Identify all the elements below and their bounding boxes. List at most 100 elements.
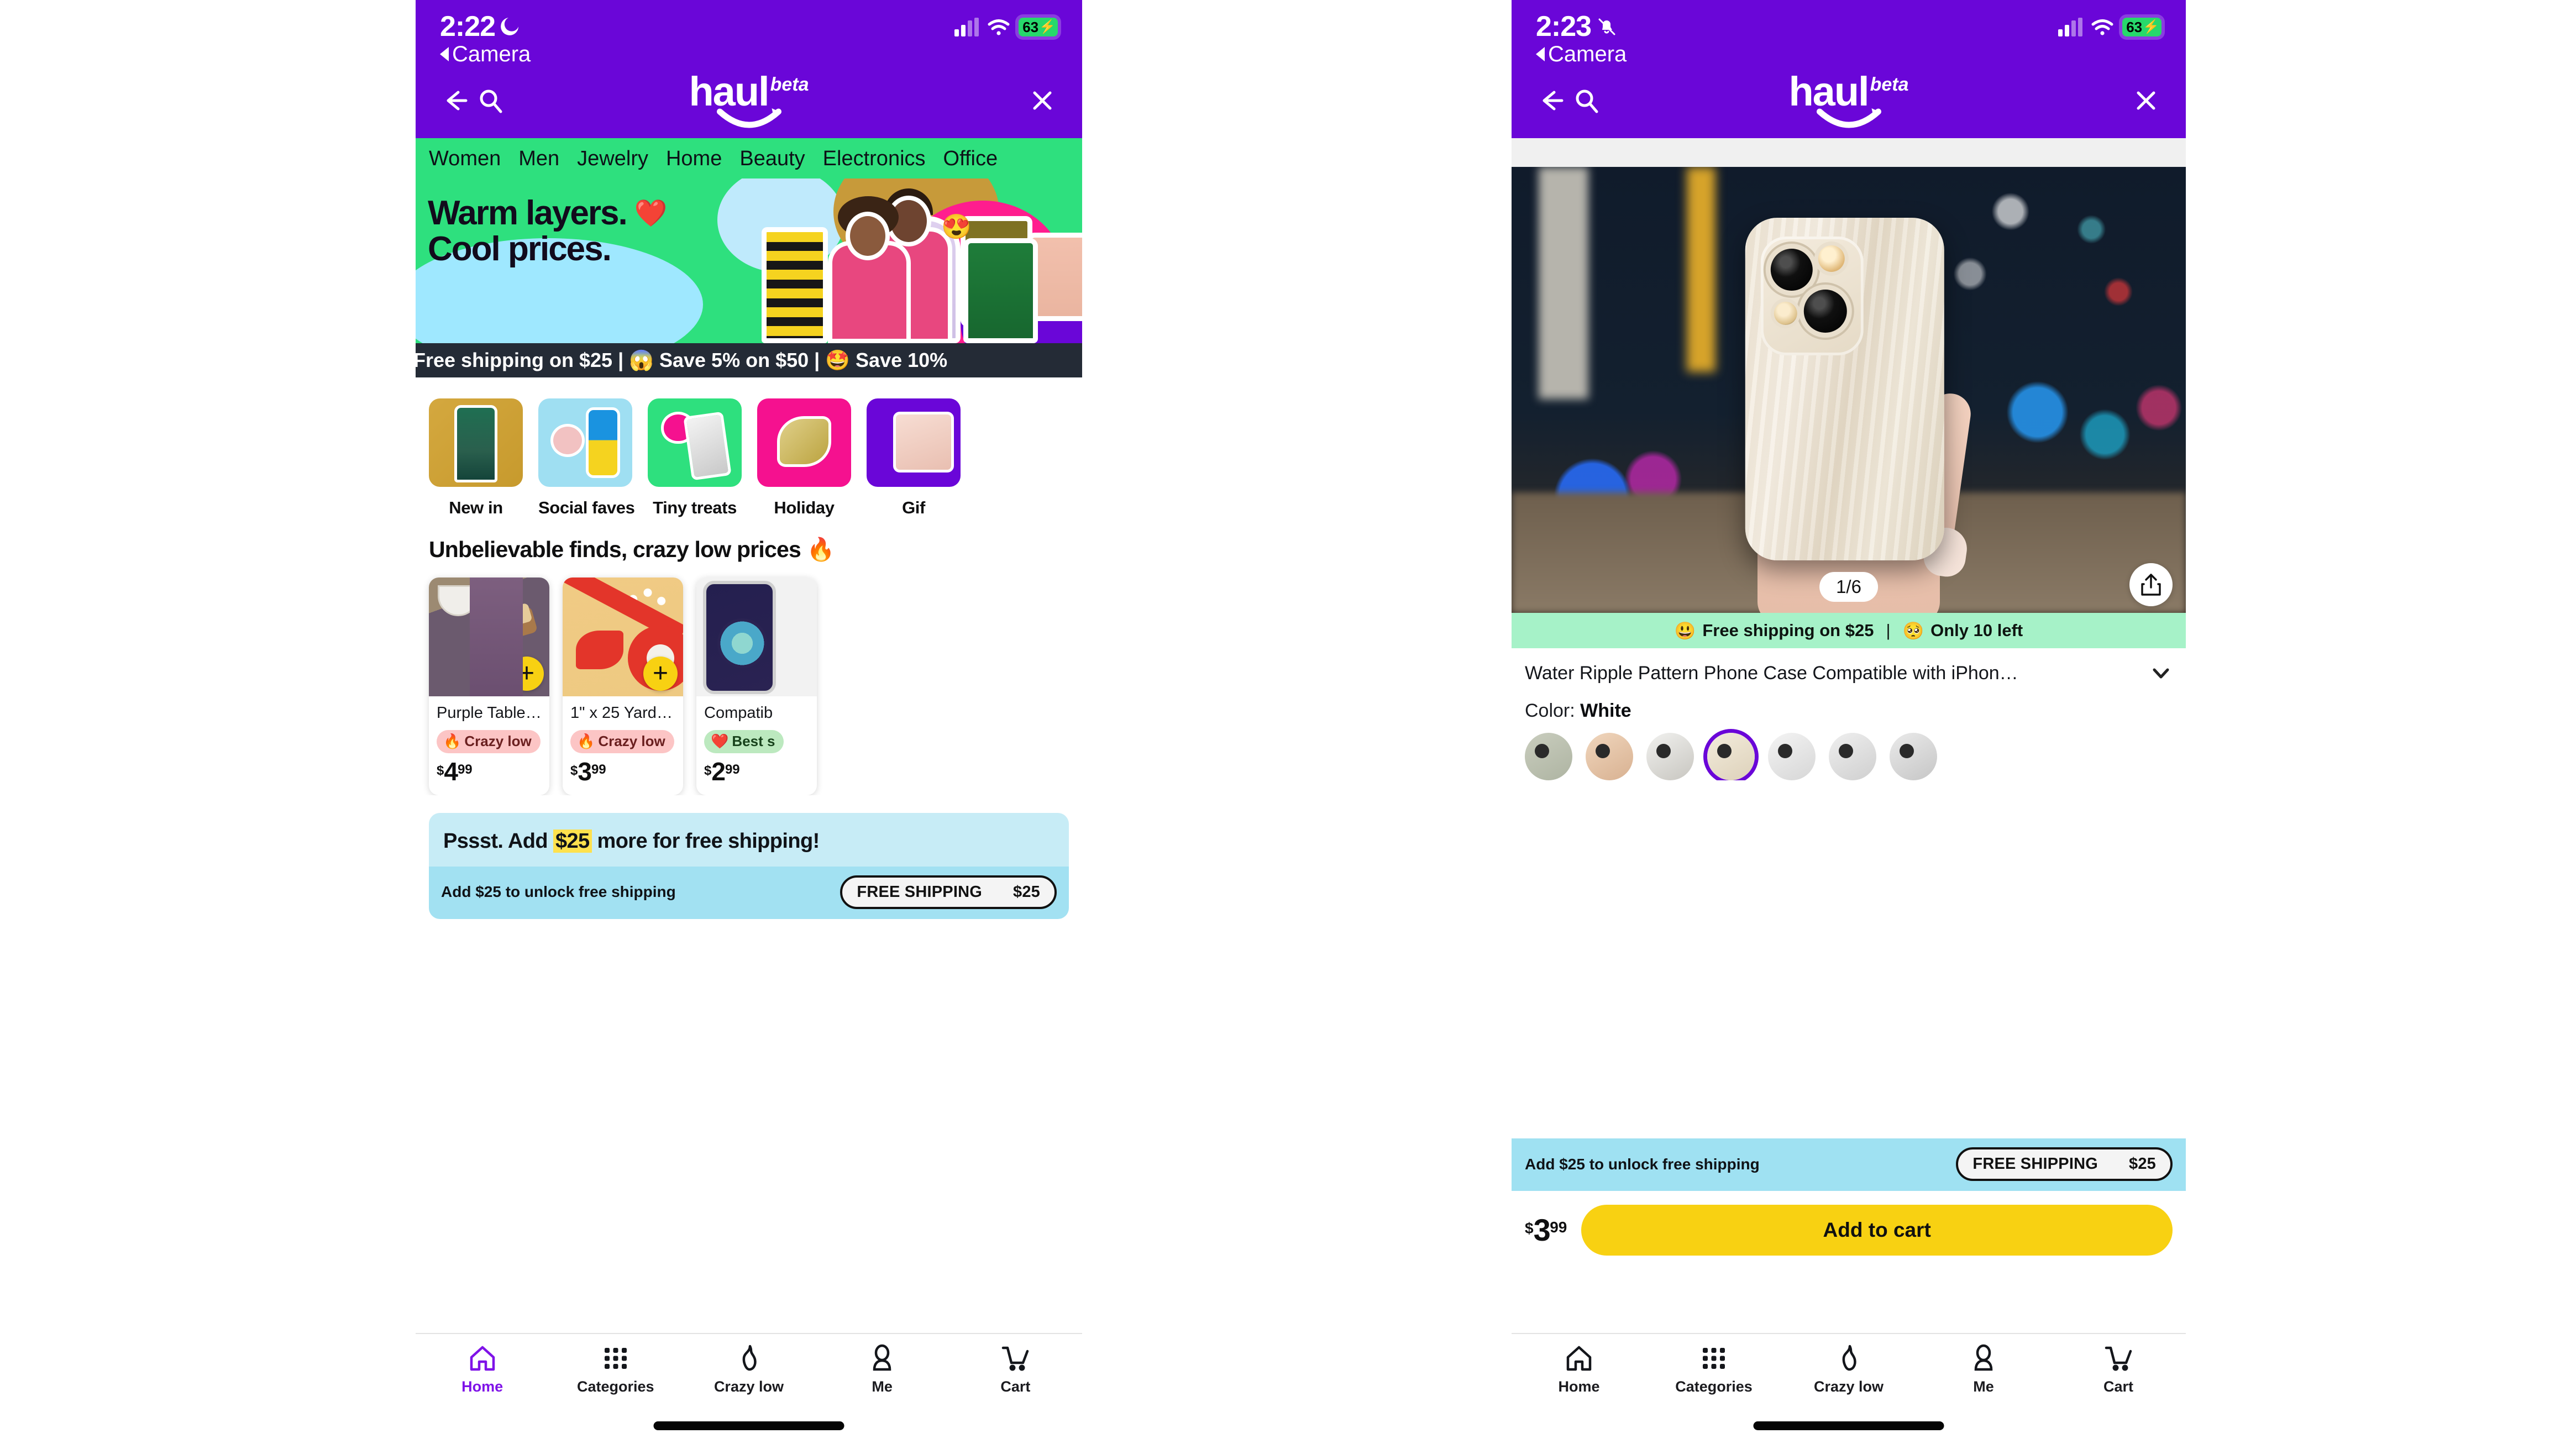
nav-item-me[interactable]: Me <box>827 1344 937 1395</box>
nav-item-cart[interactable]: Cart <box>2063 1344 2174 1395</box>
plus-icon[interactable]: + <box>510 657 544 691</box>
tile-coat-art <box>454 405 497 482</box>
screenshot-canvas: 2:22 Camera 63 ⚡ haul beta Women Men Jew… <box>0 0 2576 1449</box>
category-nav-item-home[interactable]: Home <box>666 147 722 171</box>
close-icon[interactable] <box>2128 83 2164 118</box>
left-back-to-app[interactable]: Camera <box>440 43 531 65</box>
product-card[interactable]: Compatib ❤️ Best s $ 2 99 <box>696 578 817 795</box>
add-to-cart-button[interactable]: Add to cart <box>1581 1205 2173 1256</box>
category-tile-new-in[interactable]: New in <box>429 398 523 518</box>
category-tile-image <box>757 398 851 487</box>
phone-left-home-screen: 2:22 Camera 63 ⚡ haul beta Women Men Jew… <box>416 0 1082 1449</box>
product-card[interactable]: + 1" x 25 Yards Red Ribb… 🔥 Crazy low $ … <box>563 578 683 795</box>
right-back-to-app[interactable]: Camera <box>1536 43 1627 65</box>
nav-item-categories[interactable]: Categories <box>1659 1344 1769 1395</box>
search-icon[interactable] <box>1569 83 1604 118</box>
product-image-gallery[interactable]: 1/6 <box>1512 167 2186 613</box>
category-tile-social-faves[interactable]: Social faves <box>538 398 635 518</box>
left-status-bar: 2:22 Camera 63 ⚡ <box>416 12 1082 73</box>
battery-indicator: 63 ⚡ <box>1019 18 1058 36</box>
category-nav-item-women[interactable]: Women <box>429 147 501 171</box>
free-shipping-progress-bar[interactable]: Add $25 to unlock free shipping FREE SHI… <box>429 866 1069 919</box>
category-nav-item-electronics[interactable]: Electronics <box>823 147 926 171</box>
cta-amount: $25 <box>553 829 592 853</box>
category-nav-item-beauty[interactable]: Beauty <box>739 147 805 171</box>
color-swatch[interactable] <box>1890 733 1937 780</box>
camera-lens <box>1770 249 1813 291</box>
category-nav-item-jewelry[interactable]: Jewelry <box>577 147 648 171</box>
color-swatch-selected[interactable] <box>1707 733 1755 780</box>
nav-label: Cart <box>1000 1378 1031 1395</box>
chevron-down-icon[interactable] <box>2149 662 2173 685</box>
category-tile-tiny-treats[interactable]: Tiny treats <box>648 398 742 518</box>
left-back-app-label: Camera <box>452 42 531 66</box>
category-tile-gifts[interactable]: Gif <box>867 398 961 518</box>
tile-mirror-art <box>683 411 732 481</box>
brand-beta-tag: beta <box>1870 74 1909 95</box>
status-badge-label: Crazy low <box>598 733 665 749</box>
product-card-title: 1" x 25 Yards Red Ribb… <box>570 704 675 722</box>
hero-green-coat <box>963 238 1038 343</box>
product-card-price: $ 4 99 <box>437 759 542 784</box>
pdp-stock-text: Only 10 left <box>1930 621 2023 640</box>
back-arrow-icon[interactable] <box>1534 83 1569 118</box>
left-bottom-nav: Home Categories Crazy low Me Cart <box>416 1333 1082 1449</box>
haul-logo: haul beta <box>689 69 809 130</box>
product-card-price: $ 3 99 <box>570 759 675 784</box>
moon-icon <box>501 17 521 36</box>
nav-item-me[interactable]: Me <box>1928 1344 2039 1395</box>
wifi-icon <box>988 19 1010 35</box>
free-shipping-pill-amount: $25 <box>2129 1155 2156 1173</box>
product-card-carousel[interactable]: + Purple Table Runner, S… 🔥 Crazy low $ … <box>416 563 1082 795</box>
category-tile-holiday[interactable]: Holiday <box>757 398 851 518</box>
price-decimal: 99 <box>1550 1219 1567 1236</box>
right-bottom-nav: Home Categories Crazy low Me Cart <box>1512 1333 2186 1449</box>
right-status-bar: 2:23 Camera 63 ⚡ <box>1512 12 2186 73</box>
nav-label: Categories <box>1675 1378 1753 1395</box>
category-nav-bar[interactable]: Women Men Jewelry Home Beauty Electronic… <box>416 138 1082 179</box>
bell-slash-icon <box>1597 17 1617 36</box>
category-nav-item-men[interactable]: Men <box>518 147 559 171</box>
pdp-color-row: Color: White <box>1512 690 2186 722</box>
pdp-title-row[interactable]: Water Ripple Pattern Phone Case Compatib… <box>1512 648 2186 690</box>
plus-icon[interactable]: + <box>643 657 678 691</box>
price-decimal: 99 <box>457 762 473 777</box>
hero-line-2: Cool prices. <box>428 230 612 269</box>
search-icon[interactable] <box>473 83 508 118</box>
category-tiles-row[interactable]: New in Social faves Tiny treats Holiday … <box>416 377 1082 518</box>
color-swatch[interactable] <box>1768 733 1816 780</box>
nav-item-crazy-low[interactable]: Crazy low <box>694 1344 804 1395</box>
free-shipping-cta-text: Pssst. Add $25 more for free shipping! <box>443 829 1054 853</box>
hero-banner[interactable]: 😍 Warm layers. ❤️ Cool prices. <box>416 179 1082 343</box>
product-card[interactable]: + Purple Table Runner, S… 🔥 Crazy low $ … <box>429 578 549 795</box>
color-swatch[interactable] <box>1586 733 1633 780</box>
pdp-free-shipping-bar[interactable]: Add $25 to unlock free shipping FREE SHI… <box>1512 1138 2186 1191</box>
back-triangle-icon <box>1536 47 1545 61</box>
camera-lens <box>1803 290 1847 333</box>
category-nav-item-office[interactable]: Office <box>943 147 998 171</box>
pdp-price: $ 3 99 <box>1525 1215 1567 1246</box>
back-arrow-icon[interactable] <box>438 83 473 118</box>
nav-item-home[interactable]: Home <box>1524 1344 1634 1395</box>
color-swatch[interactable] <box>1525 733 1572 780</box>
tile-slipper-art <box>550 424 585 457</box>
charging-bolt-icon: ⚡ <box>1039 19 1056 34</box>
status-badge: 🔥 Crazy low <box>570 730 674 753</box>
brand-wordmark: haul <box>689 69 769 114</box>
category-tile-label: New in <box>449 498 503 517</box>
nav-item-categories[interactable]: Categories <box>560 1344 671 1395</box>
cta-prefix: Pssst. Add <box>443 829 553 853</box>
share-icon[interactable] <box>2129 563 2173 606</box>
color-swatch[interactable] <box>1646 733 1694 780</box>
nav-item-cart[interactable]: Cart <box>960 1344 1071 1395</box>
price-currency: $ <box>570 763 578 778</box>
close-icon[interactable] <box>1025 83 1060 118</box>
free-shipping-cta[interactable]: Pssst. Add $25 more for free shipping! <box>429 812 1069 867</box>
color-swatch[interactable] <box>1829 733 1876 780</box>
left-purple-header: 2:22 Camera 63 ⚡ haul beta <box>416 0 1082 138</box>
cellular-signal-icon <box>954 18 979 36</box>
color-swatch-row[interactable] <box>1512 722 2186 780</box>
nav-item-home[interactable]: Home <box>427 1344 538 1395</box>
nav-item-crazy-low[interactable]: Crazy low <box>1793 1344 1904 1395</box>
photo-pillar-yellow <box>1687 167 1716 372</box>
